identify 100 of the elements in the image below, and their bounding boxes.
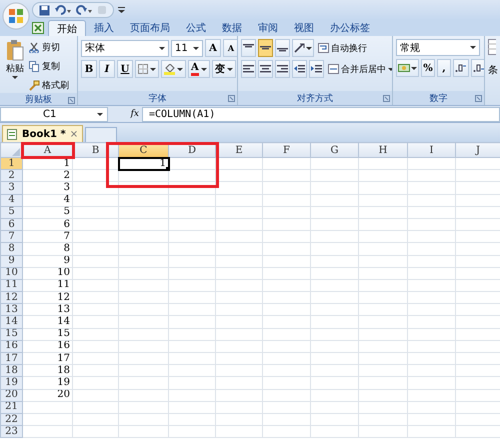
column-header[interactable]: F <box>262 142 310 158</box>
ribbon-tab[interactable]: 数据 <box>214 20 250 36</box>
phonetic-button[interactable]: 变 <box>212 60 236 78</box>
row-header[interactable]: 13 <box>0 304 22 316</box>
font-color-button[interactable]: A <box>188 60 210 78</box>
table-cell: 4 <box>22 194 72 206</box>
table-icon[interactable] <box>488 39 496 55</box>
ribbon-tab[interactable]: 插入 <box>86 20 122 36</box>
table-cell: 16 <box>22 340 72 352</box>
vertical-align-button[interactable] <box>241 39 256 57</box>
row-header[interactable]: 1 <box>0 158 22 170</box>
merge-cells-icon <box>328 64 339 74</box>
align-right-button[interactable] <box>275 60 290 78</box>
row-header[interactable]: 4 <box>0 194 22 206</box>
close-button[interactable]: × <box>70 128 78 140</box>
copy-button[interactable]: 复制 <box>27 58 71 74</box>
ribbon-tab[interactable]: 办公标签 <box>322 20 378 36</box>
formula-field[interactable]: =COLUMN(A1) <box>142 106 500 122</box>
bold-button[interactable]: B <box>81 60 97 78</box>
active-cell[interactable]: 1 <box>118 158 168 170</box>
row-header[interactable]: 10 <box>0 267 22 280</box>
paste-button[interactable]: 粘贴 <box>3 39 27 93</box>
decimal-icon <box>473 63 484 73</box>
increase-decimal-button[interactable] <box>453 59 469 77</box>
dialog-launcher-icon[interactable] <box>68 97 75 104</box>
column-header[interactable]: G <box>310 142 358 158</box>
table-cell: 6 <box>22 218 72 231</box>
row-header[interactable]: 2 <box>0 170 22 182</box>
cut-button[interactable]: 剪切 <box>27 39 71 55</box>
borders-button[interactable] <box>135 60 159 78</box>
comma-button[interactable]: , <box>437 59 451 77</box>
paragraph-lines-icon <box>243 64 254 74</box>
select-all-button[interactable] <box>0 142 22 158</box>
paragraph-lines-icon <box>260 64 271 74</box>
row-header[interactable]: 15 <box>0 328 22 340</box>
row-header[interactable]: 21 <box>0 401 22 414</box>
shrink-font-button[interactable]: A <box>223 39 237 57</box>
row-header[interactable]: 3 <box>0 182 22 194</box>
row-header[interactable]: 19 <box>0 376 22 390</box>
vertical-align-button[interactable] <box>258 39 273 57</box>
row-header[interactable]: 7 <box>0 230 22 243</box>
column-header[interactable]: I <box>408 142 456 158</box>
table-cell: 13 <box>22 304 72 316</box>
decrease-indent-button[interactable] <box>292 60 307 78</box>
currency-button[interactable] <box>396 59 419 77</box>
wrap-text-icon <box>318 43 329 53</box>
redo-icon[interactable] <box>76 4 92 16</box>
row-header[interactable]: 9 <box>0 255 22 268</box>
row-header[interactable]: 17 <box>0 352 22 365</box>
ribbon-tab[interactable]: 审阅 <box>250 20 286 36</box>
undo-icon[interactable] <box>55 4 71 16</box>
row-header[interactable]: 22 <box>0 413 22 426</box>
ribbon-tab[interactable]: 公式 <box>178 20 214 36</box>
italic-button[interactable]: I <box>99 60 115 78</box>
row-header[interactable]: 5 <box>0 206 22 218</box>
paragraph-lines-icon <box>277 64 288 74</box>
fill-handle[interactable] <box>166 166 170 171</box>
save-icon[interactable] <box>39 4 50 16</box>
wrap-text-button[interactable]: 自动换行 <box>316 40 369 56</box>
table-cell: 3 <box>22 182 72 194</box>
row-header[interactable]: 8 <box>0 242 22 255</box>
row-header[interactable]: 18 <box>0 364 22 377</box>
row-header[interactable]: 23 <box>0 426 22 438</box>
workbook-tab[interactable]: Book1 * × <box>2 125 84 142</box>
decrease-decimal-button[interactable] <box>471 59 484 77</box>
row-header[interactable]: 6 <box>0 218 22 231</box>
column-header[interactable]: H <box>358 142 408 158</box>
insert-function-button[interactable]: fx <box>130 109 139 119</box>
underline-button[interactable]: U <box>117 60 133 78</box>
grow-font-button[interactable]: A <box>205 39 221 57</box>
dialog-launcher-icon[interactable] <box>475 95 482 102</box>
row-header[interactable]: 14 <box>0 316 22 328</box>
ribbon-tab[interactable]: 页面布局 <box>122 20 178 36</box>
vertical-align-button[interactable] <box>275 39 290 57</box>
group-label: 数字 <box>430 92 448 104</box>
orientation-button[interactable] <box>292 39 314 57</box>
column-header[interactable]: J <box>456 142 500 158</box>
font-size-field[interactable]: 11 <box>171 40 203 56</box>
fill-color-button[interactable] <box>161 60 186 78</box>
customize-icon[interactable] <box>118 6 125 14</box>
table-cell: 14 <box>22 316 72 328</box>
row-header[interactable]: 16 <box>0 340 22 352</box>
number-format-field[interactable]: 常规 <box>396 39 480 56</box>
row-header[interactable]: 12 <box>0 292 22 304</box>
table-cell: 17 <box>22 352 72 365</box>
dialog-launcher-icon[interactable] <box>228 95 235 102</box>
font-name-field[interactable]: 宋体 <box>81 40 169 56</box>
name-box[interactable]: C1 <box>0 106 108 122</box>
row-header[interactable]: 20 <box>0 389 22 402</box>
ribbon-tab[interactable]: 视图 <box>286 20 322 36</box>
dialog-launcher-icon[interactable] <box>383 95 390 102</box>
ribbon-tab[interactable]: 开始 <box>48 20 86 36</box>
table-cell: 8 <box>22 242 72 255</box>
row-header[interactable]: 11 <box>0 279 22 292</box>
spreadsheet-icon[interactable] <box>32 22 44 34</box>
increase-indent-button[interactable] <box>309 60 324 78</box>
align-center-button[interactable] <box>258 60 273 78</box>
percent-button[interactable]: % <box>421 59 435 77</box>
align-left-button[interactable] <box>241 60 256 78</box>
format-painter-button[interactable]: 格式刷 <box>27 77 71 93</box>
